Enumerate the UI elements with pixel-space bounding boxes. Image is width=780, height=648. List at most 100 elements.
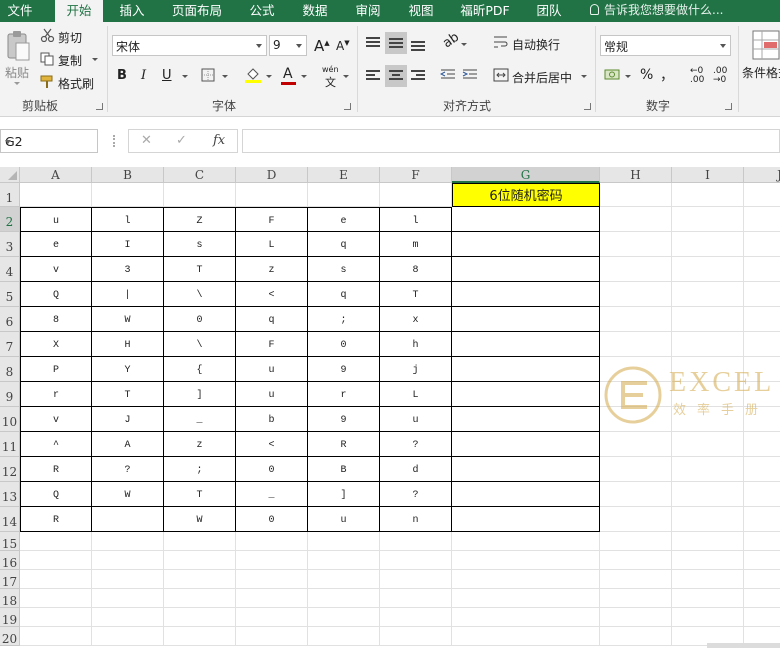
empty-cell[interactable] (600, 570, 672, 589)
empty-cell[interactable] (672, 570, 744, 589)
table-cell[interactable]: T (164, 257, 236, 282)
table-cell[interactable]: r (308, 382, 380, 407)
fill-color-icon[interactable] (244, 66, 262, 87)
table-cell[interactable]: q (308, 232, 380, 257)
password-result-cell[interactable] (452, 232, 600, 257)
table-cell[interactable]: u (308, 507, 380, 532)
table-cell[interactable]: 8 (380, 257, 452, 282)
table-cell[interactable]: u (236, 357, 308, 382)
tab-insert[interactable]: 插入 (110, 0, 154, 22)
table-cell[interactable]: h (380, 332, 452, 357)
empty-cell[interactable] (236, 589, 308, 608)
password-result-cell[interactable] (452, 257, 600, 282)
row-header-16[interactable]: 16 (0, 551, 20, 570)
format-painter-button[interactable]: 格式刷 (58, 75, 94, 92)
tab-review[interactable]: 审阅 (347, 0, 389, 22)
table-cell[interactable]: L (380, 382, 452, 407)
empty-cell[interactable] (744, 570, 780, 589)
table-cell[interactable]: ] (308, 482, 380, 507)
empty-cell[interactable] (308, 551, 380, 570)
empty-cell[interactable] (20, 589, 92, 608)
password-result-cell[interactable] (452, 207, 600, 232)
password-result-cell[interactable] (452, 507, 600, 532)
empty-cell[interactable] (92, 589, 164, 608)
empty-cell[interactable] (308, 570, 380, 589)
table-cell[interactable] (672, 482, 744, 507)
password-result-cell[interactable] (452, 307, 600, 332)
table-cell[interactable]: z (164, 432, 236, 457)
row-header-18[interactable]: 18 (0, 589, 20, 608)
table-cell[interactable] (600, 232, 672, 257)
row-header-4[interactable]: 4 (0, 257, 20, 282)
row-header-8[interactable]: 8 (0, 357, 20, 382)
table-cell[interactable] (672, 457, 744, 482)
font-family-select[interactable]: 宋体 (112, 35, 267, 56)
table-cell[interactable]: v (20, 257, 92, 282)
table-cell[interactable]: W (92, 307, 164, 332)
table-cell[interactable] (600, 307, 672, 332)
table-cell[interactable] (600, 507, 672, 532)
tab-home[interactable]: 开始 (55, 0, 103, 23)
table-cell[interactable] (744, 432, 780, 457)
column-header-j[interactable]: J (744, 167, 780, 183)
password-result-cell[interactable] (452, 482, 600, 507)
underline-button[interactable]: U (162, 68, 172, 83)
empty-cell[interactable] (452, 627, 600, 646)
empty-cell[interactable] (164, 532, 236, 551)
name-box[interactable]: G2 (0, 129, 98, 153)
table-cell[interactable]: { (164, 357, 236, 382)
empty-cell[interactable] (308, 532, 380, 551)
tab-team[interactable]: 团队 (528, 0, 570, 22)
table-cell[interactable]: ; (308, 307, 380, 332)
table-cell[interactable]: m (380, 232, 452, 257)
wrap-text-button[interactable]: 自动换行 (512, 36, 560, 53)
borders-icon[interactable] (201, 68, 215, 85)
empty-cell[interactable] (164, 608, 236, 627)
empty-cell[interactable] (600, 551, 672, 570)
empty-cell[interactable] (236, 551, 308, 570)
empty-cell[interactable] (672, 589, 744, 608)
empty-cell[interactable] (92, 551, 164, 570)
table-cell[interactable] (600, 482, 672, 507)
cancel-icon[interactable]: ✕ (141, 133, 152, 148)
table-cell[interactable]: _ (164, 407, 236, 432)
empty-cell[interactable] (672, 551, 744, 570)
empty-cell[interactable] (20, 532, 92, 551)
password-result-cell[interactable] (452, 457, 600, 482)
cell-j1[interactable] (744, 183, 780, 207)
table-cell[interactable] (744, 257, 780, 282)
table-cell[interactable]: x (380, 307, 452, 332)
table-cell[interactable]: \ (164, 332, 236, 357)
empty-cell[interactable] (380, 608, 452, 627)
clipboard-launcher-icon[interactable] (96, 103, 103, 110)
row-header-17[interactable]: 17 (0, 570, 20, 589)
table-cell[interactable]: 9 (308, 357, 380, 382)
paste-dropdown-icon[interactable] (14, 82, 20, 85)
table-cell[interactable]: A (92, 432, 164, 457)
password-result-cell[interactable] (452, 382, 600, 407)
table-cell[interactable]: j (380, 357, 452, 382)
table-cell[interactable]: < (236, 282, 308, 307)
empty-cell[interactable] (672, 532, 744, 551)
column-header-h[interactable]: H (600, 167, 672, 183)
row-header-13[interactable]: 13 (0, 482, 20, 507)
tab-formulas[interactable]: 公式 (241, 0, 283, 22)
table-cell[interactable]: _ (236, 482, 308, 507)
empty-cell[interactable] (452, 589, 600, 608)
align-left-icon[interactable] (366, 69, 380, 81)
table-cell[interactable] (600, 257, 672, 282)
empty-cell[interactable] (236, 627, 308, 646)
password-result-cell[interactable] (452, 407, 600, 432)
password-result-cell[interactable] (452, 432, 600, 457)
table-cell[interactable]: H (92, 332, 164, 357)
cell-a1[interactable] (20, 183, 92, 207)
font-size-select[interactable]: 9 (269, 35, 307, 56)
paste-button[interactable]: 粘贴 (5, 64, 29, 81)
table-cell[interactable]: | (92, 282, 164, 307)
table-cell[interactable]: 0 (308, 332, 380, 357)
italic-button[interactable]: I (141, 68, 146, 83)
empty-cell[interactable] (380, 532, 452, 551)
table-cell[interactable]: \ (164, 282, 236, 307)
table-cell[interactable] (600, 207, 672, 232)
tell-me-search[interactable]: 告诉我您想要做什么... (590, 0, 723, 22)
